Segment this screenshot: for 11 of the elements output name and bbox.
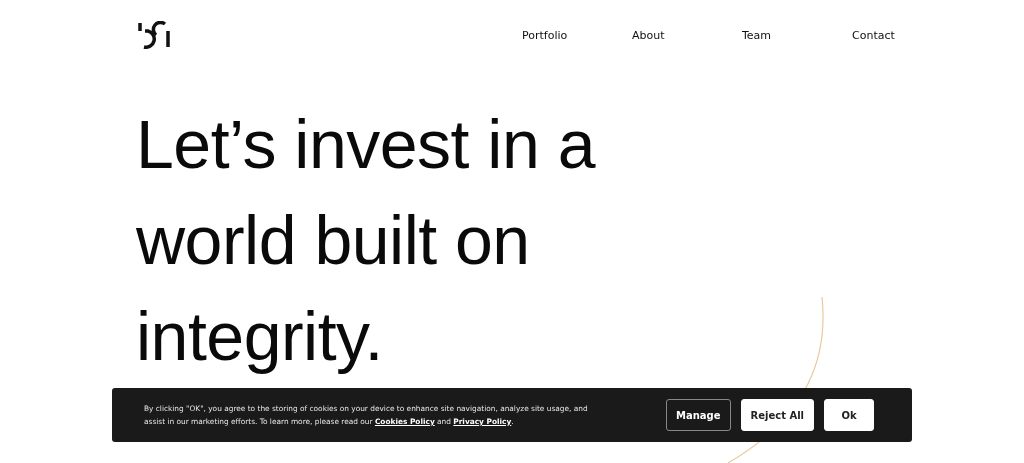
- cookie-button[interactable]: Ok: [824, 399, 874, 431]
- nav-link[interactable]: About: [632, 28, 742, 42]
- nav-link[interactable]: Team: [742, 28, 852, 42]
- headline-line: Let’s invest in a: [136, 105, 595, 184]
- logo[interactable]: [138, 21, 172, 49]
- manage-button[interactable]: Manage: [666, 399, 731, 431]
- nav-link[interactable]: Portfolio: [522, 28, 632, 42]
- headline-line: world built on: [136, 201, 530, 280]
- cookie-button[interactable]: Reject All: [740, 399, 814, 431]
- nav-link[interactable]: Contact: [852, 28, 962, 42]
- headline-line: integrity.: [136, 297, 383, 376]
